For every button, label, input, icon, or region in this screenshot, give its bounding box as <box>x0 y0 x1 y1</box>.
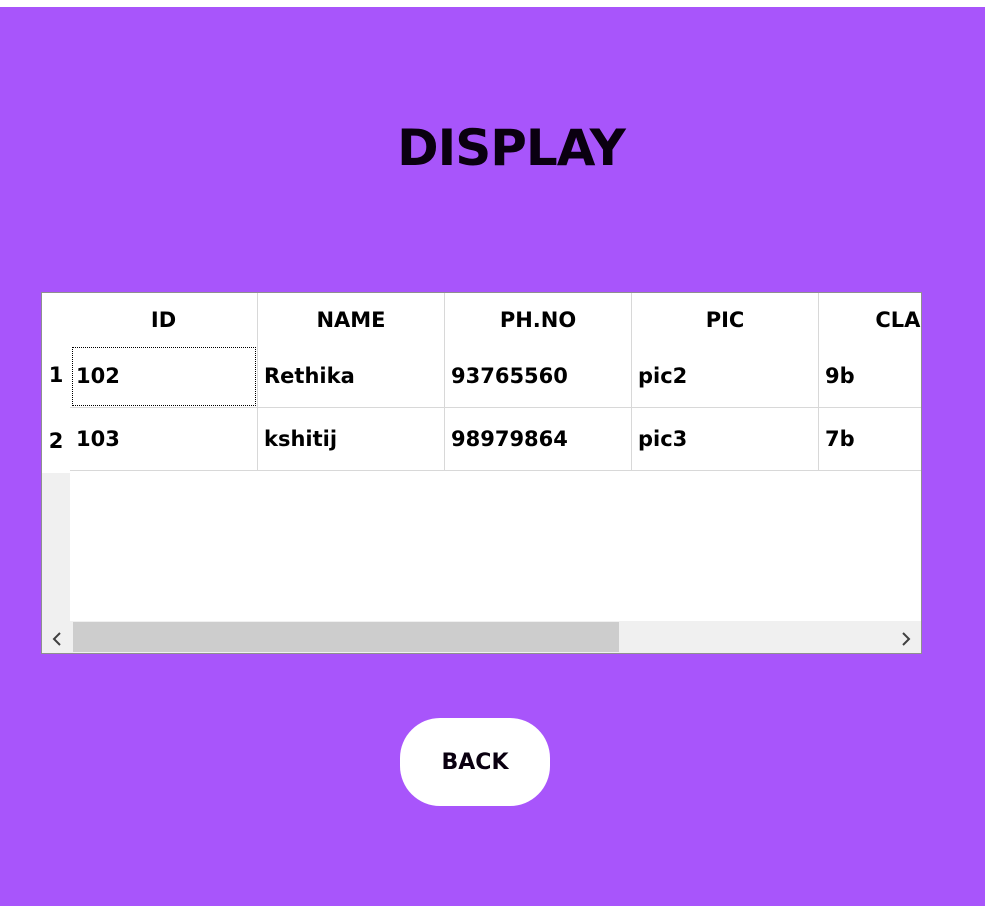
table-cell[interactable]: 9b <box>819 345 921 408</box>
back-button[interactable]: BACK <box>400 718 550 806</box>
table-cell[interactable]: 102 <box>70 345 258 408</box>
table-cell[interactable]: pic2 <box>632 345 819 408</box>
table-cell[interactable]: pic3 <box>632 408 819 471</box>
row-number[interactable]: 2 <box>42 429 70 453</box>
row-header-gutter: 1 2 <box>42 293 70 621</box>
column-header-pic[interactable]: PIC <box>632 293 819 345</box>
chevron-right-icon[interactable] <box>891 621 921 653</box>
horizontal-scrollbar[interactable] <box>42 621 921 653</box>
column-header-id[interactable]: ID <box>70 293 258 345</box>
scrollbar-thumb[interactable] <box>73 622 619 652</box>
table-cell[interactable]: 93765560 <box>445 345 632 408</box>
column-header-phone[interactable]: PH.NO <box>445 293 632 345</box>
page-title: DISPLAY <box>397 119 626 177</box>
table-cell[interactable]: kshitij <box>258 408 445 471</box>
row-number[interactable]: 1 <box>42 363 70 387</box>
table-cell[interactable]: Rethika <box>258 345 445 408</box>
table-cell[interactable]: 98979864 <box>445 408 632 471</box>
row-gutter-empty <box>42 473 70 621</box>
chevron-left-icon[interactable] <box>42 621 72 653</box>
table-cell[interactable]: 103 <box>70 408 258 471</box>
data-table[interactable]: 1 2 ID NAME PH.NO PIC CLASS 102 Rethika … <box>41 292 922 654</box>
app-window: DISPLAY 1 2 ID NAME PH.NO PIC CLASS 102 … <box>0 7 985 906</box>
table-cell[interactable]: 7b <box>819 408 921 471</box>
column-header-name[interactable]: NAME <box>258 293 445 345</box>
column-header-class[interactable]: CLASS <box>819 293 921 345</box>
